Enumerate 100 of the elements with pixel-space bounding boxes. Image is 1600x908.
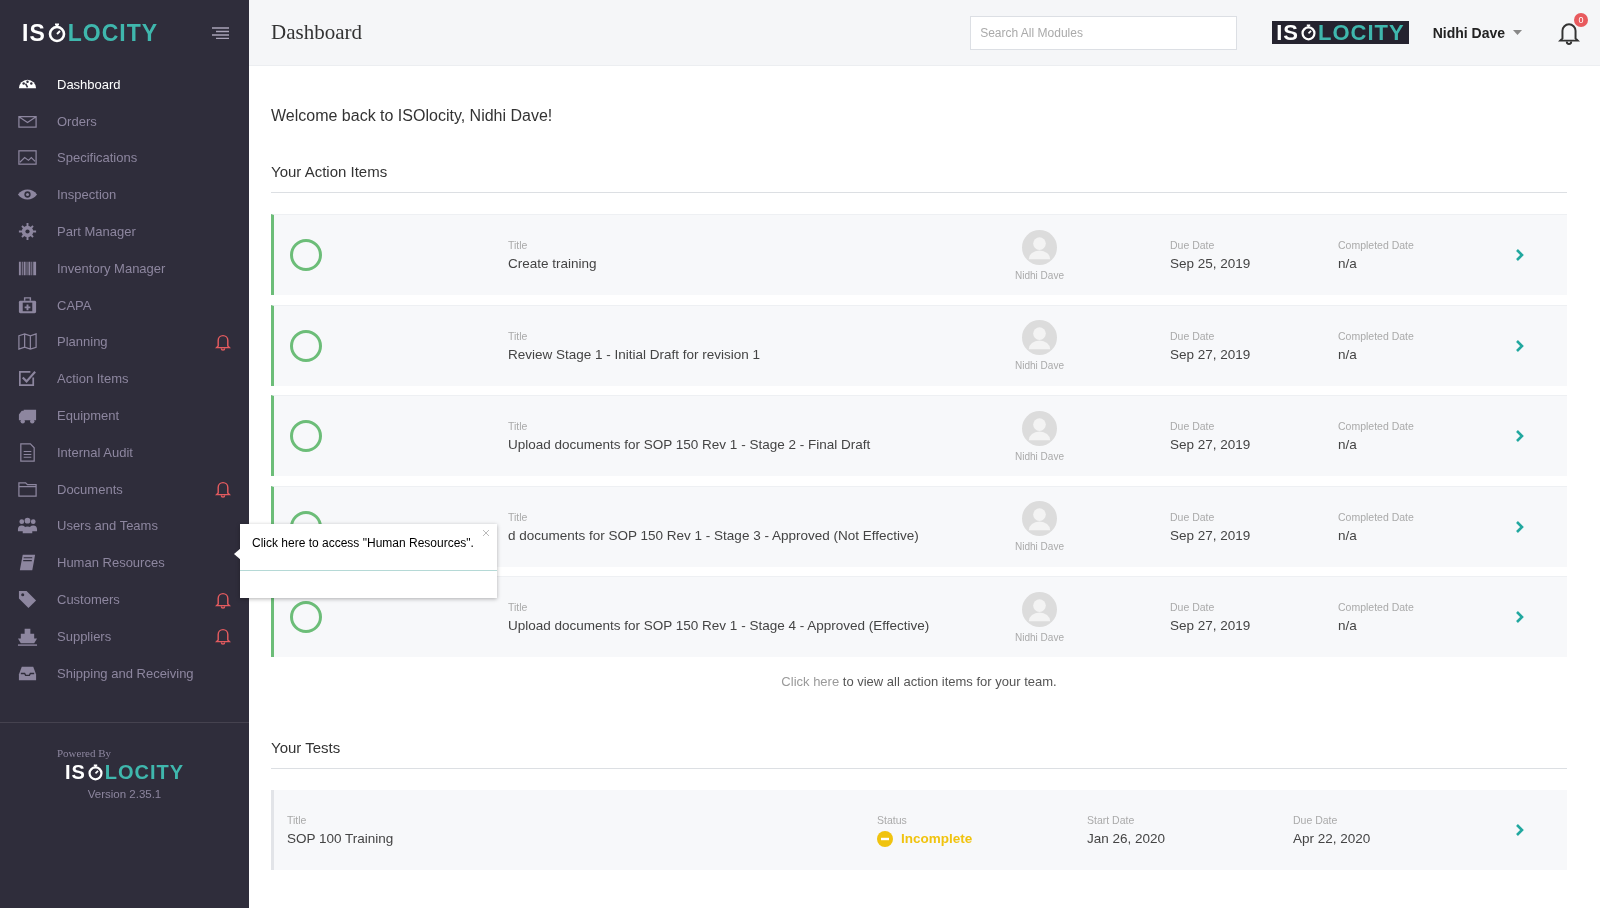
field-label: Completed Date	[1338, 329, 1414, 342]
item-title: Review Stage 1 - Initial Draft for revision 1	[508, 346, 761, 362]
sidebar-item[interactable]: Internal Audit	[0, 433, 249, 471]
bell-icon	[1558, 20, 1580, 45]
completed-date: n/a	[1338, 346, 1357, 362]
completed-date: n/a	[1338, 437, 1357, 452]
field-label: Title	[508, 420, 528, 432]
status-circle-icon	[290, 329, 322, 362]
action-item-card[interactable]: Title Upload documents for SOP 150 Rev 1 - Stage 2 - Final Draft Nidhi Dave Due Date Sep 27, 2019 Completed Date n/a	[271, 395, 1567, 476]
welcome-message: Welcome back to ISOlocity, Nidhi Dave!	[271, 106, 554, 126]
field-label: Due Date	[1170, 510, 1215, 523]
sidebar-item[interactable]: Equipment	[0, 397, 249, 434]
field-label: Status	[877, 813, 907, 826]
item-title: Create training	[508, 256, 597, 271]
sidebar-item[interactable]: CAPA	[0, 286, 249, 324]
medkit-icon	[17, 294, 38, 316]
status-circle-icon	[290, 601, 322, 633]
caret-icon	[1513, 30, 1522, 35]
due-date: Sep 27, 2019	[1170, 437, 1251, 452]
field-label: Completed Date	[1338, 510, 1414, 523]
avatar-icon	[1022, 320, 1057, 355]
view-all-link[interactable]: Click here	[781, 674, 840, 689]
due-date: Sep 27, 2019	[1170, 527, 1251, 543]
gear-icon	[17, 221, 38, 243]
field-label: Start Date	[1087, 814, 1135, 826]
version-label: Version 2.35.1	[87, 788, 162, 800]
due-date: Sep 27, 2019	[1170, 618, 1251, 633]
menu-icon[interactable]	[212, 27, 229, 39]
due-date: Apr 22, 2020	[1293, 831, 1371, 846]
sidebar-item[interactable]: Inventory Manager	[0, 250, 249, 287]
field-label: Due Date	[1170, 601, 1215, 613]
logo-text: LOCITY	[1317, 19, 1405, 46]
test-title: SOP 100 Training	[287, 831, 394, 846]
sidebar-item[interactable]: Specifications	[0, 139, 249, 177]
test-card[interactable]: Title SOP 100 Training Status Incomplete Start Date Jan 26, 2020 Due Date Apr 22, 2020	[271, 790, 1567, 870]
action-item-card[interactable]: Title Create training Nidhi Dave Due Date Sep 25, 2019 Completed Date n/a	[271, 214, 1567, 295]
user-menu[interactable]: Nidhi Dave	[1426, 23, 1528, 42]
action-item-card[interactable]: Title Upload documents for SOP 150 Rev 1 - Stage 4 - Approved (Effective) Nidhi Dave Due Date Sep 27, 2019 Completed Date n/a	[271, 576, 1567, 657]
sidebar-item[interactable]: Customers	[0, 581, 249, 618]
search-field[interactable]: Search All Modules	[970, 15, 1238, 50]
field-label: Due Date	[1170, 329, 1215, 342]
sidebar-item[interactable]: Inspection	[0, 176, 249, 214]
assignee-name: Nidhi Dave	[1015, 269, 1064, 281]
chevron-icon[interactable]	[1515, 248, 1525, 262]
due-date: Sep 27, 2019	[1170, 346, 1251, 362]
avatar-icon	[1022, 591, 1057, 627]
tag-icon	[17, 589, 38, 611]
sidebar-item[interactable]: Dashboard	[0, 66, 249, 103]
field-label: Completed Date	[1338, 601, 1414, 613]
stopwatch-icon	[86, 763, 104, 782]
field-label: Due Date	[1170, 239, 1215, 251]
action-item-card[interactable]: Title Review Stage 1 - Initial Draft for revision 1 Nidhi Dave Due Date Sep 27, 2019 Completed Date n/a	[271, 304, 1567, 386]
stopwatch-icon	[46, 22, 67, 44]
bell-icon	[215, 332, 231, 351]
sidebar-item[interactable]: Shipping and Receiving	[0, 654, 249, 692]
avatar-icon	[1022, 410, 1057, 446]
assignee-name: Nidhi Dave	[1015, 541, 1064, 552]
completed-date: n/a	[1338, 256, 1357, 271]
logo-text: IS	[64, 761, 86, 784]
sidebar-item[interactable]: Documents	[0, 470, 249, 508]
section-heading: Your Action Items	[271, 163, 1567, 193]
bell-icon	[215, 480, 231, 499]
sidebar-item[interactable]: Users and Teams	[0, 507, 249, 545]
field-label: Due Date	[1293, 814, 1338, 826]
chevron-icon[interactable]	[1515, 823, 1525, 837]
document-icon	[17, 441, 38, 463]
bell-icon	[215, 590, 231, 609]
item-title: Upload documents for SOP 150 Rev 1 - Stage 4 - Approved (Effective)	[508, 618, 930, 633]
page-title: Dashboard	[271, 20, 363, 45]
sidebar-item[interactable]: Orders	[0, 102, 249, 140]
avatar-icon	[1022, 229, 1057, 265]
minus-circle-icon	[877, 830, 893, 847]
field-label: Completed Date	[1338, 420, 1414, 432]
chevron-icon[interactable]	[1515, 519, 1525, 534]
sidebar-item[interactable]: Action Items	[0, 360, 249, 398]
sidebar-item[interactable]: Human Resources	[0, 544, 249, 582]
close-icon[interactable]	[483, 530, 489, 536]
chevron-icon[interactable]	[1515, 610, 1525, 624]
chevron-icon[interactable]	[1515, 429, 1525, 443]
avatar-icon	[1022, 501, 1057, 536]
sidebar-item[interactable]: Planning	[0, 323, 249, 361]
start-date: Jan 26, 2020	[1087, 831, 1166, 846]
field-label: Title	[287, 814, 307, 826]
sidebar-item[interactable]: Part Manager	[0, 213, 249, 250]
field-label: Due Date	[1170, 420, 1215, 432]
sidebar-item[interactable]: Suppliers	[0, 617, 249, 655]
item-title: d documents for SOP 150 Rev 1 - Stage 3 - Approved (Not Effective)	[508, 527, 919, 543]
assignee-name: Nidhi Dave	[1015, 631, 1064, 643]
logo-text: LOCITY	[67, 19, 159, 47]
assignee-name: Nidhi Dave	[1015, 360, 1064, 371]
notification-badge: 0	[1574, 12, 1588, 27]
logo-text: IS	[22, 19, 46, 47]
bell-icon	[215, 627, 231, 646]
status-circle-icon	[290, 420, 322, 452]
view-all-text: Click here to view all action items for your team.	[780, 674, 1058, 689]
field-label: Title	[508, 239, 528, 251]
chevron-icon[interactable]	[1515, 338, 1525, 353]
field-label: Title	[508, 601, 528, 613]
powered-by-label: Powered By	[57, 747, 112, 759]
logo-text: LOCITY	[104, 761, 185, 784]
